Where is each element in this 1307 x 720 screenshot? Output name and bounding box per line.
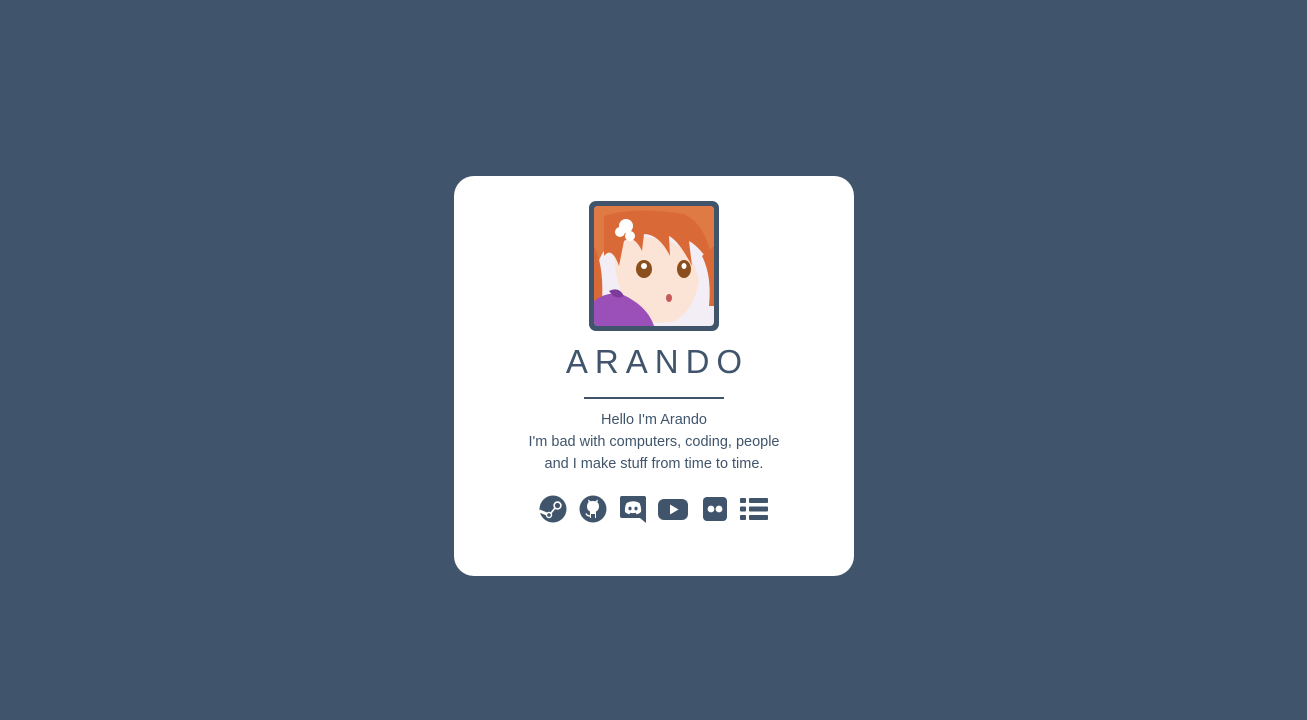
profile-card: ARANDO Hello I'm Arando I'm bad with com… <box>454 176 854 576</box>
steam-icon[interactable] <box>538 494 568 524</box>
bio-line: and I make stuff from time to time. <box>544 456 764 472</box>
avatar-frame <box>589 201 719 331</box>
bio-line: I'm bad with computers, coding, people <box>528 434 780 450</box>
discord-icon[interactable] <box>618 494 648 524</box>
social-links <box>454 494 854 524</box>
profile-bio: Hello I'm Arando I'm bad with computers,… <box>454 409 854 475</box>
list-icon[interactable] <box>739 494 769 524</box>
divider <box>584 397 724 399</box>
avatar <box>594 206 714 326</box>
bio-line: Hello I'm Arando <box>601 412 707 428</box>
github-icon[interactable] <box>578 494 608 524</box>
flickr-icon[interactable] <box>700 494 730 524</box>
youtube-icon[interactable] <box>658 494 688 524</box>
profile-name: ARANDO <box>565 343 750 380</box>
